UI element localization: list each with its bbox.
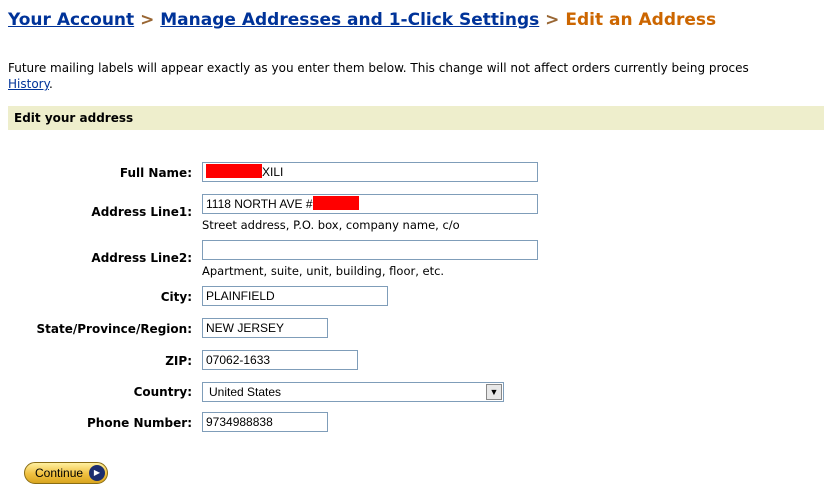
breadcrumb: Your Account > Manage Addresses and 1-Cl… — [8, 10, 716, 30]
history-link[interactable]: History — [8, 77, 49, 91]
country-selected-value: United States — [209, 385, 282, 399]
full-name-value: XILI — [262, 165, 284, 179]
city-input[interactable]: PLAINFIELD — [202, 286, 388, 306]
phone-input[interactable]: 9734988838 — [202, 412, 328, 432]
section-header: Edit your address — [8, 106, 824, 130]
intro-suffix: . — [48, 77, 53, 91]
address-line1-input[interactable]: 1118 NORTH AVE # — [202, 194, 538, 214]
address-line1-value: 1118 NORTH AVE # — [206, 197, 313, 211]
section-title: Edit your address — [14, 111, 134, 125]
arrow-right-icon: ▶ — [89, 465, 105, 481]
address-line2-input[interactable] — [202, 240, 538, 260]
redaction-block — [206, 164, 262, 178]
country-label: Country: — [133, 385, 192, 399]
address-line1-label: Address Line1: — [91, 205, 192, 219]
zip-input[interactable]: 07062-1633 — [202, 350, 358, 370]
address-line1-hint: Street address, P.O. box, company name, … — [202, 218, 460, 232]
city-label: City: — [160, 290, 192, 304]
country-select[interactable]: United States ▼ — [202, 382, 504, 402]
intro-message: Future mailing labels will appear exactl… — [8, 61, 749, 75]
zip-label: ZIP: — [165, 354, 192, 368]
continue-button[interactable]: Continue ▶ — [24, 462, 108, 484]
breadcrumb-current: Edit an Address — [565, 10, 717, 30]
breadcrumb-separator: > — [539, 10, 566, 30]
dropdown-arrow-icon[interactable]: ▼ — [486, 384, 502, 400]
state-input[interactable]: NEW JERSEY — [202, 318, 328, 338]
address-line2-label: Address Line2: — [91, 251, 192, 265]
full-name-input[interactable]: XILI — [202, 162, 538, 182]
continue-label: Continue — [35, 466, 84, 480]
breadcrumb-separator: > — [134, 10, 161, 30]
redaction-block — [312, 196, 359, 210]
phone-label: Phone Number: — [87, 416, 192, 430]
breadcrumb-manage-addresses-link[interactable]: Manage Addresses and 1-Click Settings — [160, 10, 539, 30]
breadcrumb-your-account-link[interactable]: Your Account — [8, 10, 134, 30]
full-name-label: Full Name: — [119, 166, 192, 180]
state-label: State/Province/Region: — [36, 322, 192, 336]
intro-text: Future mailing labels will appear exactl… — [8, 60, 824, 92]
address-line2-hint: Apartment, suite, unit, building, floor,… — [202, 264, 445, 278]
